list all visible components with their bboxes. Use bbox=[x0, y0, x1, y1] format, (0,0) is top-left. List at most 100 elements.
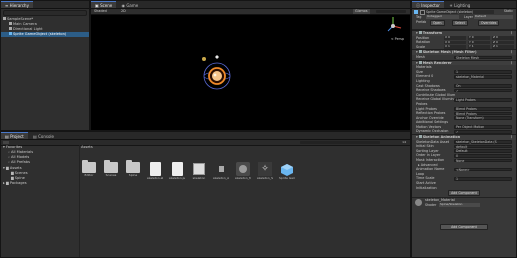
toggle-2d-button[interactable]: 2D bbox=[121, 9, 126, 14]
property-label: Motion Vectors bbox=[416, 124, 442, 129]
property-label: Sorting Layer bbox=[416, 148, 439, 153]
property-label: Order in Layer bbox=[416, 153, 441, 158]
tab-console[interactable]: ▤ Console bbox=[29, 133, 58, 140]
create-button[interactable] bbox=[3, 141, 9, 144]
tab-game[interactable]: ◉ Game bbox=[118, 2, 143, 9]
gameobject-icon bbox=[9, 32, 12, 35]
foldout-arrow-icon: ▾ bbox=[416, 50, 418, 55]
component-title: Skeleton Mesh (Mesh Filter) bbox=[422, 50, 477, 55]
prefab-open-button[interactable]: Open bbox=[430, 20, 445, 26]
asset-item-label: skeleton.atl... bbox=[147, 176, 163, 180]
scene-tab-bar: ▣ Scene ◉ Game bbox=[91, 1, 410, 9]
asset-item[interactable]: skeleton_M... bbox=[235, 162, 251, 180]
folder-icon: ▆ bbox=[5, 181, 9, 185]
prefab-icon bbox=[280, 162, 294, 176]
folder-icon: ▆ bbox=[11, 171, 14, 175]
material-sphere-shape bbox=[239, 165, 247, 173]
skeleton-add-component-row: Add Component bbox=[412, 190, 516, 197]
property-label: Position bbox=[416, 35, 430, 40]
favorite-item-label: All Materials bbox=[11, 150, 34, 154]
texture-icon bbox=[193, 163, 205, 175]
tag-dropdown[interactable]: Untagged bbox=[426, 14, 459, 19]
packages-root[interactable]: ▸ ▆ Packages bbox=[3, 181, 79, 186]
gizmos-dropdown[interactable]: Gizmos bbox=[353, 9, 370, 14]
tab-project-label: Project bbox=[10, 134, 24, 139]
property-label: Animation Name bbox=[416, 167, 445, 172]
tab-scene[interactable]: ▣ Scene bbox=[91, 1, 117, 8]
shading-mode-dropdown[interactable]: Shaded bbox=[94, 9, 107, 14]
favorite-item[interactable]: ⌕All Prefabs bbox=[3, 160, 79, 165]
scene-search[interactable] bbox=[376, 10, 406, 13]
property-label: Start Active bbox=[416, 181, 436, 185]
tab-project[interactable]: ▤ Project bbox=[1, 132, 28, 139]
property-label: Reflection Probes bbox=[416, 111, 446, 116]
property-label: Loop bbox=[416, 171, 425, 176]
asset-item[interactable]: skeleton_At... bbox=[213, 162, 229, 180]
advanced-label: Advanced bbox=[420, 162, 438, 167]
skeleton-add-component-button[interactable]: Add Component bbox=[448, 190, 480, 197]
asset-item-label: skeleton.json bbox=[169, 176, 185, 180]
tab-console-label: Console bbox=[38, 134, 54, 139]
asset-item[interactable]: skeleton.atl... bbox=[147, 162, 163, 180]
asset-item[interactable]: Scenes bbox=[103, 160, 119, 177]
prefab-cube-icon bbox=[414, 10, 418, 14]
hierarchy-panel: ≡ Hierarchy SampleScene* Main Camera Direc… bbox=[0, 0, 90, 131]
favorites-list: ⌕All Materials ⌕All Models ⌕All Prefabs bbox=[3, 150, 79, 165]
object-header: Sprite GameObject (skeleton) Static Tag … bbox=[412, 9, 516, 30]
breadcrumb[interactable]: Assets bbox=[78, 145, 410, 150]
prefab-overrides-button[interactable]: Overrides bbox=[478, 20, 500, 26]
foldout-arrow-icon: ▾ bbox=[416, 31, 418, 35]
hierarchy-item[interactable]: Sprite GameObject (skeleton) bbox=[1, 32, 89, 37]
skeleton-data-icon: ✧ bbox=[258, 162, 272, 176]
property-label: Time Scale bbox=[416, 176, 435, 181]
orientation-gizmo[interactable] bbox=[382, 15, 404, 37]
project-search[interactable] bbox=[300, 141, 380, 144]
hierarchy-search[interactable] bbox=[3, 10, 87, 16]
property-label: Materials bbox=[416, 65, 432, 70]
hierarchy-item-label: SampleScene* bbox=[7, 17, 34, 21]
search-icon: ⌕ bbox=[8, 160, 11, 164]
asset-item-label: Scenes bbox=[105, 173, 117, 177]
document-icon bbox=[171, 162, 183, 176]
scene-icon bbox=[3, 17, 6, 20]
property-label: Element 0 bbox=[416, 74, 434, 79]
inspector-tab-bar: ⓘ Inspector ☀ Lighting bbox=[412, 1, 516, 9]
assets-root-label: Assets bbox=[9, 166, 22, 170]
hierarchy-item-label: Sprite GameObject (skeleton) bbox=[13, 32, 67, 36]
asset-item[interactable]: Spine bbox=[125, 160, 141, 177]
shader-dropdown[interactable]: Spine/Skeleton bbox=[439, 203, 480, 207]
mesh-renderer-icon bbox=[418, 60, 422, 64]
property-label: Additional Settings bbox=[416, 120, 449, 125]
property-label: Receive Shadows bbox=[416, 88, 446, 93]
tab-inspector[interactable]: ⓘ Inspector bbox=[412, 1, 444, 8]
component-title: Transform bbox=[422, 31, 443, 35]
add-component-button[interactable]: Add Component bbox=[440, 223, 488, 230]
folder-icon: ▆ bbox=[5, 166, 9, 170]
hierarchy-item-label: Main Camera bbox=[13, 22, 37, 26]
static-toggle[interactable]: Static bbox=[504, 9, 513, 14]
property-label: Dynamic Occlusion bbox=[416, 129, 449, 134]
gameobject-icon bbox=[9, 22, 12, 25]
folder-icon bbox=[82, 160, 96, 173]
folder-icon bbox=[104, 160, 118, 173]
scene-sprite-object[interactable] bbox=[202, 54, 232, 94]
tab-hierarchy[interactable]: ≡ Hierarchy bbox=[1, 1, 33, 8]
persp-label: < Persp bbox=[390, 37, 404, 41]
layer-dropdown[interactable]: Default bbox=[474, 14, 513, 19]
property-label: Light Probes bbox=[416, 106, 437, 111]
favorites-label: Favorites bbox=[5, 145, 23, 149]
folder-tab-shape bbox=[126, 160, 132, 163]
asset-item[interactable]: skeleton bbox=[191, 162, 207, 180]
tab-lighting[interactable]: ☀ Lighting bbox=[445, 2, 474, 9]
prefab-select-button[interactable]: Select bbox=[452, 20, 468, 26]
tab-scene-label: Scene bbox=[100, 3, 113, 8]
asset-item[interactable]: Editor bbox=[81, 160, 97, 177]
object-name-field[interactable]: Sprite GameObject (skeleton) bbox=[425, 9, 494, 14]
light-gizmo-icon[interactable] bbox=[202, 57, 206, 61]
prefab-label: Prefab bbox=[416, 20, 427, 24]
favorite-item-label: All Models bbox=[11, 155, 30, 159]
asset-item[interactable]: ✧skeleton_Sk... bbox=[257, 162, 273, 180]
asset-item[interactable]: Sprite Gam... bbox=[279, 162, 295, 180]
folder-tab-shape bbox=[104, 160, 110, 163]
asset-item[interactable]: skeleton.json bbox=[169, 162, 185, 180]
